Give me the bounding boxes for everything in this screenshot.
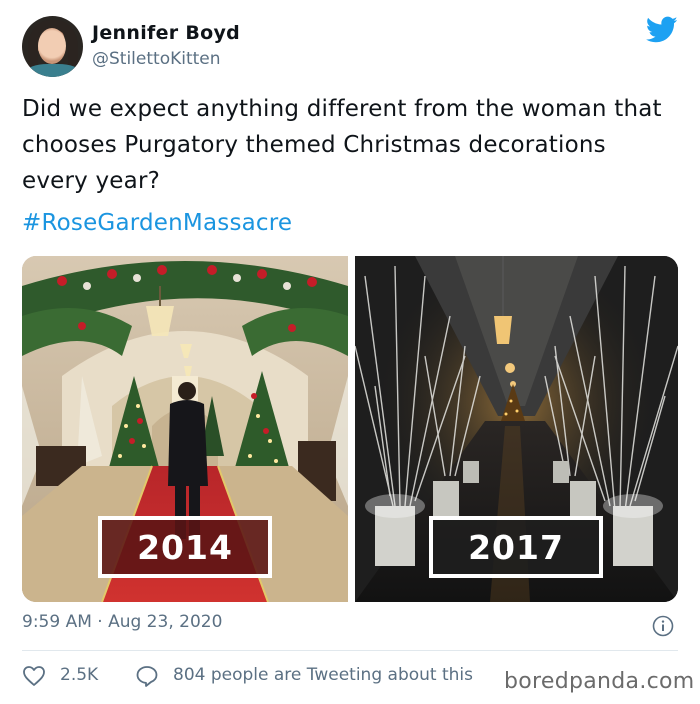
year-label-2014: 2014 (98, 516, 272, 578)
user-handle[interactable]: @StilettoKitten (92, 49, 221, 69)
tweeting-about-link[interactable]: 804 people are Tweeting about this (173, 665, 473, 685)
photo-2014[interactable]: 2014 (22, 256, 348, 602)
info-icon[interactable] (652, 615, 674, 637)
display-name[interactable]: Jennifer Boyd (92, 22, 240, 44)
divider (22, 650, 678, 651)
avatar[interactable] (22, 16, 83, 77)
hashtag-link[interactable]: #RoseGardenMassacre (22, 210, 292, 236)
year-label-2017: 2017 (429, 516, 603, 578)
heart-icon[interactable] (22, 665, 46, 687)
photo-2017[interactable]: 2017 (355, 256, 678, 602)
like-count[interactable]: 2.5K (60, 665, 98, 685)
media-grid[interactable]: 2014 2017 (22, 256, 678, 602)
tweet-timestamp[interactable]: 9:59 AM · Aug 23, 2020 (22, 612, 222, 632)
reply-bubble-icon[interactable] (135, 665, 159, 687)
tweet-card: Jennifer Boyd @StilettoKitten Did we exp… (0, 0, 700, 704)
watermark-boredpanda: boredpanda.com (500, 669, 699, 694)
avatar-shirt (26, 64, 80, 77)
avatar-face (38, 28, 66, 64)
tweet-text: Did we expect anything different from th… (22, 96, 662, 194)
twitter-bird-icon[interactable] (646, 16, 678, 44)
